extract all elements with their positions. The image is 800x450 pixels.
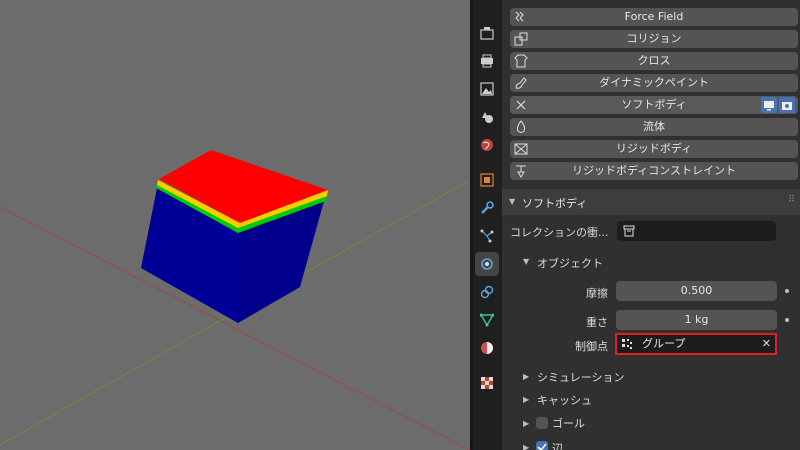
cloth-button[interactable]: クロス bbox=[510, 52, 798, 70]
tab-view-layer[interactable] bbox=[475, 77, 499, 101]
particles-icon bbox=[480, 229, 494, 243]
tab-modifiers[interactable] bbox=[475, 196, 499, 220]
drag-handle-icon[interactable]: ⠿ bbox=[788, 195, 795, 205]
friction-field[interactable]: 0.500 bbox=[616, 281, 777, 301]
edges-checkbox[interactable] bbox=[536, 441, 548, 450]
image-icon bbox=[480, 82, 494, 96]
object-icon bbox=[480, 173, 494, 187]
edges-expand-triangle-icon[interactable]: ▶ bbox=[523, 443, 529, 450]
simulation-subpanel-title[interactable]: シミュレーション bbox=[537, 369, 625, 385]
collection-field[interactable] bbox=[617, 221, 776, 241]
rigid-body-button[interactable]: リジッドボディ bbox=[510, 140, 798, 158]
mass-keyframe-dot[interactable] bbox=[785, 318, 789, 322]
mass-field[interactable]: 1 kg bbox=[616, 310, 777, 330]
properties-tab-bar bbox=[473, 0, 502, 450]
rigid-body-constraint-label: リジッドボディコンストレイント bbox=[571, 164, 736, 177]
control-point-label: 制御点 bbox=[575, 340, 608, 353]
friction-keyframe-dot[interactable] bbox=[785, 289, 789, 293]
rigid-body-label: リジッドボディ bbox=[615, 142, 693, 155]
cube-object bbox=[141, 150, 328, 323]
collision-button[interactable]: コリジョン bbox=[510, 30, 798, 48]
monitor-icon bbox=[764, 101, 774, 111]
texture-checker-icon bbox=[481, 377, 493, 389]
softbody-panel-header[interactable]: ▼ ソフトボディ ⠿ bbox=[502, 189, 800, 215]
properties-panel: Force Field コリジョン クロス ダイナミックペイント ソフトボディ … bbox=[502, 0, 800, 450]
camera-icon bbox=[782, 102, 792, 110]
collection-icon bbox=[623, 225, 635, 237]
camera-back-icon bbox=[480, 27, 494, 40]
tab-texture[interactable] bbox=[475, 371, 499, 395]
tab-constraints[interactable] bbox=[475, 280, 499, 304]
softbody-label: ソフトボディ bbox=[621, 98, 687, 111]
check-icon bbox=[537, 443, 547, 450]
tab-material[interactable] bbox=[475, 336, 499, 360]
cache-expand-triangle-icon[interactable]: ▶ bbox=[523, 395, 529, 404]
mass-label: 重さ bbox=[586, 316, 608, 329]
printer-icon bbox=[481, 54, 493, 68]
scene-icon bbox=[482, 112, 493, 123]
tab-world[interactable] bbox=[475, 133, 499, 157]
tab-output[interactable] bbox=[475, 49, 499, 73]
highlight-box bbox=[615, 333, 777, 355]
cloth-label: クロス bbox=[637, 54, 671, 67]
material-icon bbox=[481, 342, 493, 354]
force-field-button[interactable]: Force Field bbox=[510, 8, 798, 26]
tab-data[interactable] bbox=[475, 308, 499, 332]
viewport-scene bbox=[0, 150, 470, 450]
goal-expand-triangle-icon[interactable]: ▶ bbox=[523, 419, 529, 428]
world-icon bbox=[481, 139, 493, 151]
dynamic-paint-label: ダイナミックペイント bbox=[599, 76, 709, 89]
wrench-icon bbox=[481, 201, 494, 214]
mesh-data-icon bbox=[480, 313, 494, 327]
object-subpanel-title[interactable]: オブジェクト bbox=[537, 255, 603, 271]
render-toggle[interactable] bbox=[779, 97, 795, 113]
collection-label: コレクションの衝... bbox=[510, 226, 609, 239]
softbody-panel-title: ソフトボディ bbox=[522, 197, 588, 210]
constraint-icon bbox=[480, 285, 494, 299]
expand-triangle-icon: ▼ bbox=[509, 197, 516, 206]
3d-viewport[interactable] bbox=[0, 0, 470, 450]
tab-physics[interactable] bbox=[475, 252, 499, 276]
rigid-body-constraint-button[interactable]: リジッドボディコンストレイント bbox=[510, 162, 798, 180]
tab-render[interactable] bbox=[475, 21, 499, 45]
tab-particles[interactable] bbox=[475, 224, 499, 248]
edges-subpanel-title[interactable]: 辺 bbox=[552, 440, 563, 450]
fluid-label: 流体 bbox=[643, 120, 665, 133]
viewport-toggle[interactable] bbox=[761, 97, 777, 113]
dynamic-paint-button[interactable]: ダイナミックペイント bbox=[510, 74, 798, 92]
force-field-label: Force Field bbox=[624, 10, 684, 23]
cache-subpanel-title[interactable]: キャッシュ bbox=[537, 392, 592, 408]
friction-label: 摩擦 bbox=[586, 287, 608, 300]
simulation-expand-triangle-icon[interactable]: ▶ bbox=[523, 372, 529, 381]
collision-label: コリジョン bbox=[626, 32, 682, 45]
physics-icon bbox=[481, 258, 493, 270]
fluid-button[interactable]: 流体 bbox=[510, 118, 798, 136]
goal-subpanel-title[interactable]: ゴール bbox=[552, 415, 585, 431]
tab-scene[interactable] bbox=[475, 105, 499, 129]
object-expand-triangle-icon[interactable]: ▼ bbox=[523, 257, 529, 266]
tab-object[interactable] bbox=[475, 168, 499, 192]
goal-checkbox[interactable] bbox=[536, 417, 548, 429]
softbody-button[interactable]: ソフトボディ bbox=[510, 96, 798, 114]
